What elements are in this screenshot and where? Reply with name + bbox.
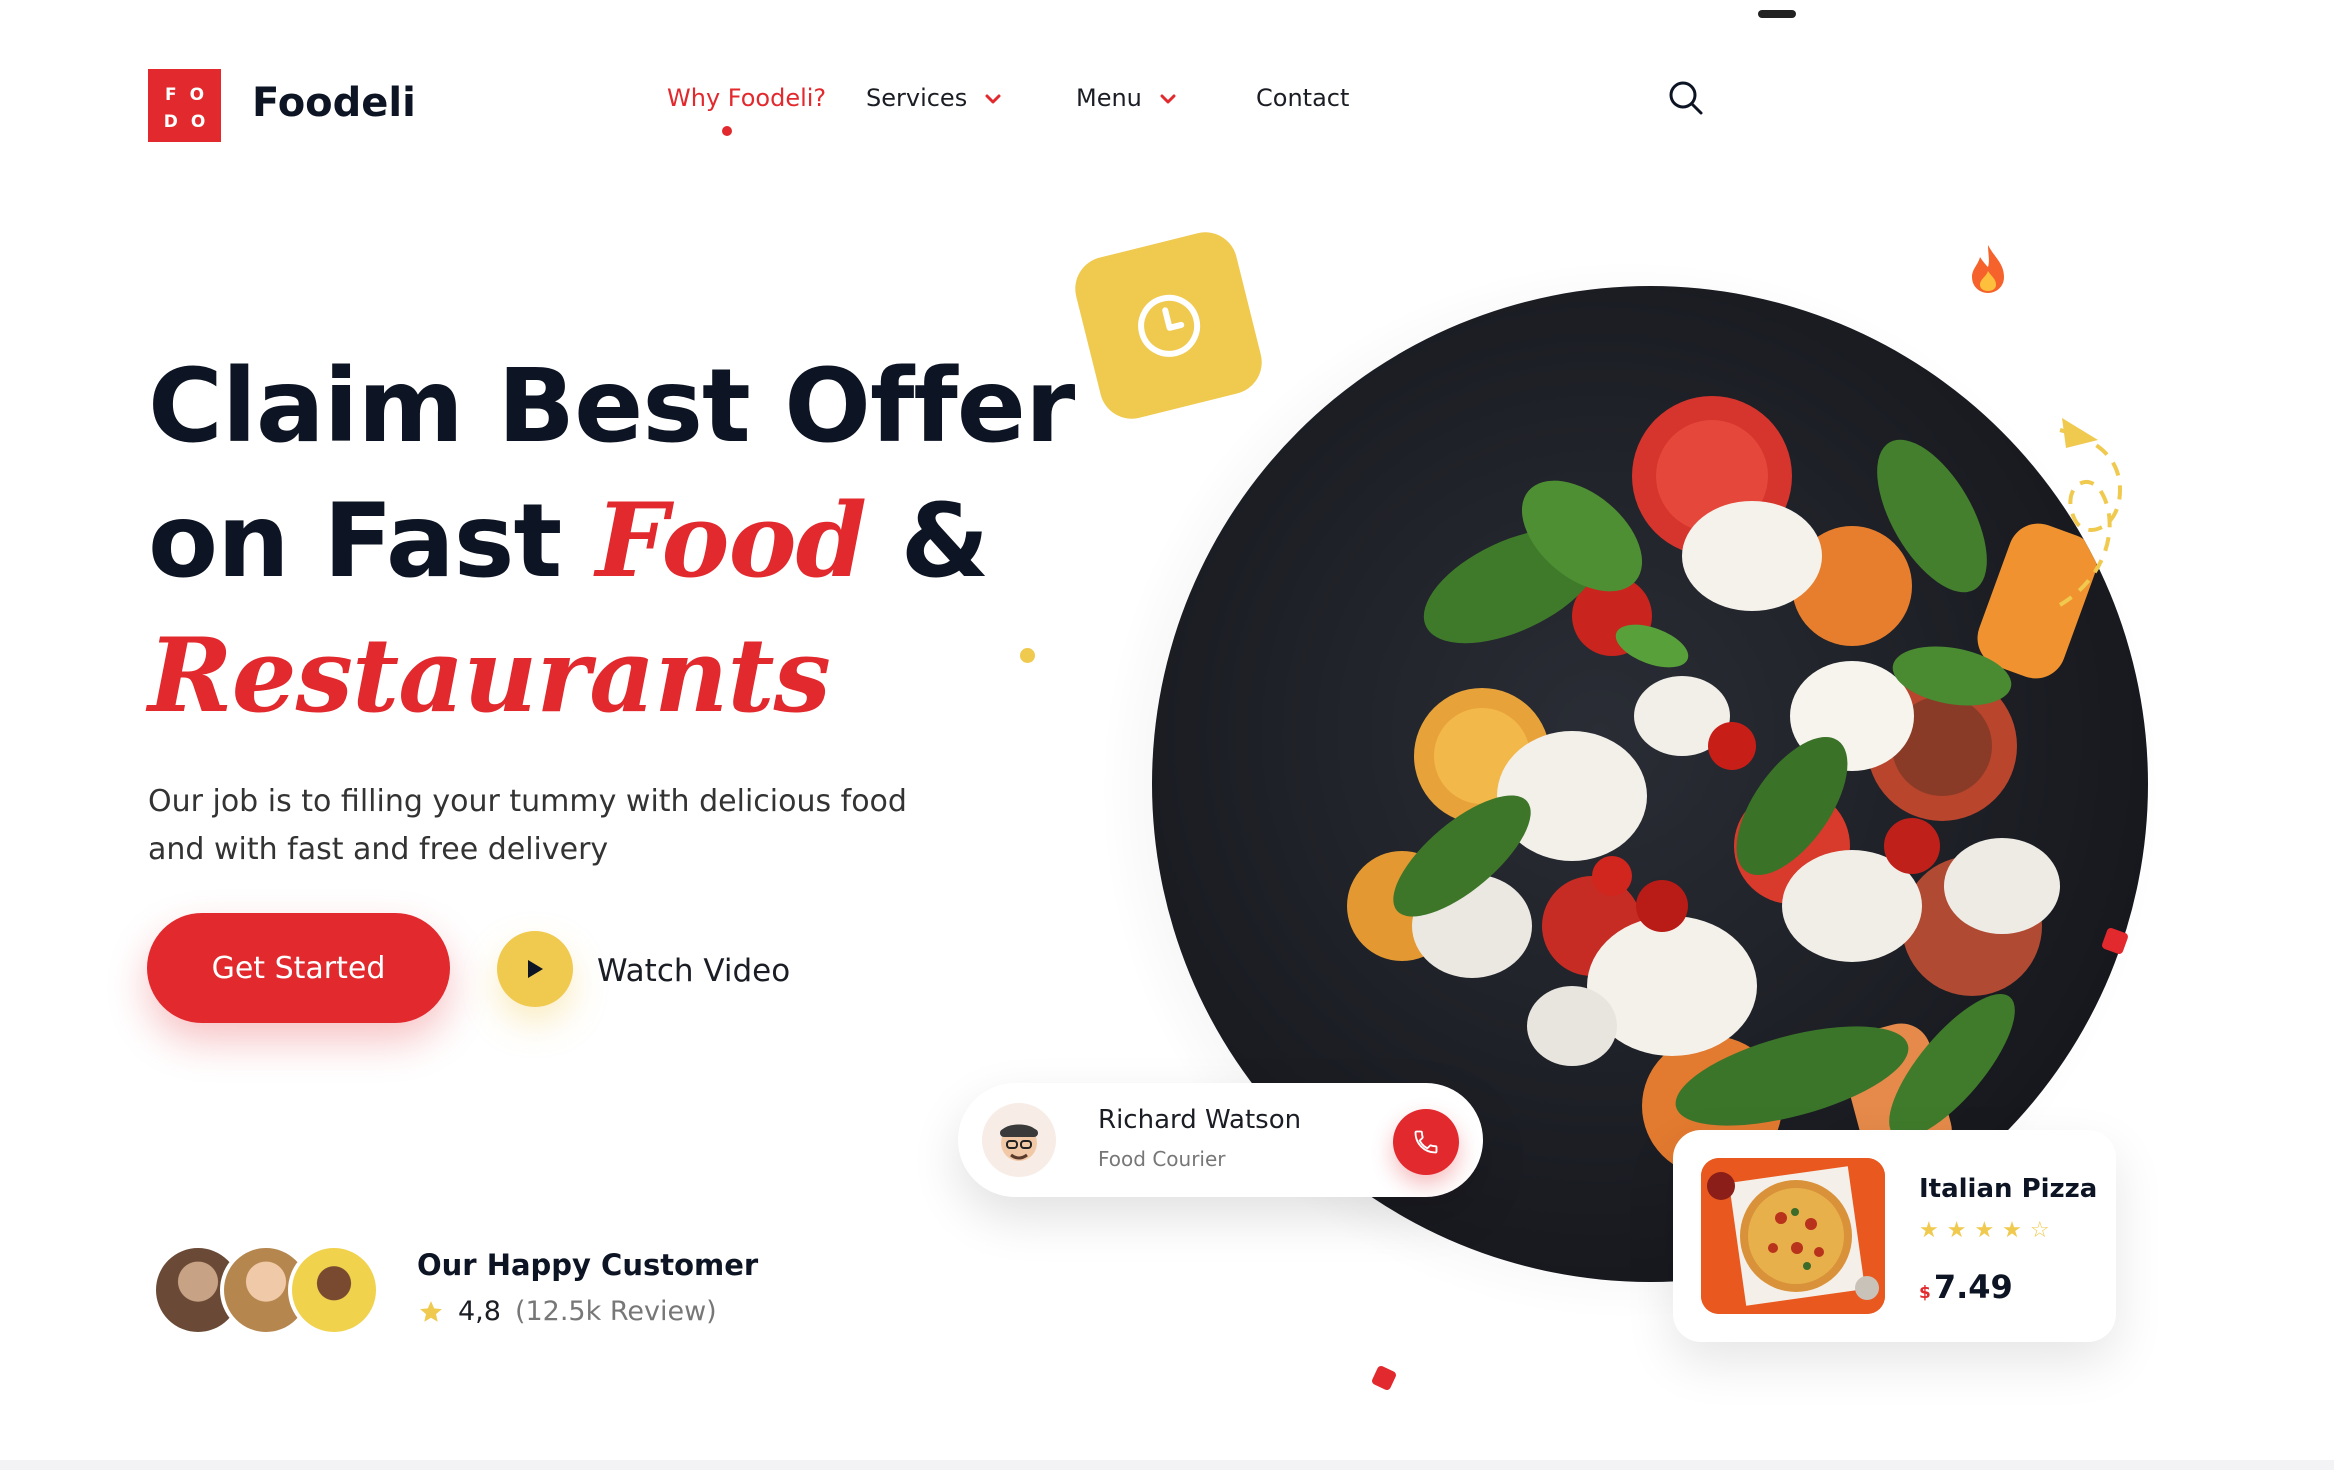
customer-avatar [288, 1244, 380, 1336]
courier-card[interactable]: Richard Watson Food Courier [958, 1083, 1483, 1197]
courier-name: Richard Watson [1098, 1105, 1302, 1135]
nav-menu-label: Menu [1076, 84, 1142, 112]
phone-icon [1414, 1130, 1438, 1154]
product-card[interactable]: Italian Pizza ★★★★☆ $7.49 [1673, 1130, 2116, 1342]
rating-value: 4,8 [458, 1296, 501, 1327]
play-video-button[interactable] [497, 931, 573, 1007]
pizza-illustration [1701, 1158, 1885, 1314]
hero-highlight-restaurants: Restaurants [148, 616, 831, 736]
call-button[interactable] [1393, 1109, 1459, 1175]
customer-avatars [152, 1244, 392, 1338]
product-name: Italian Pizza [1919, 1174, 2098, 1204]
hero-line-1: Claim Best Offer [148, 347, 1075, 466]
hero-line-2: on Fast Food & [148, 474, 1074, 609]
hero-description-line-1: Our job is to filling your tummy with de… [148, 784, 907, 819]
nav-services-label: Services [866, 84, 968, 112]
product-price: $7.49 [1919, 1268, 2013, 1306]
fire-icon [1972, 245, 2004, 293]
review-count: (12.5k Review) [514, 1296, 717, 1327]
hero-title: Claim Best Offer on Fast Food & Restaura… [148, 340, 1075, 743]
customer-rating: 4,8 (12.5k Review) [418, 1296, 717, 1327]
watch-video-link[interactable]: Watch Video [597, 953, 790, 989]
nav-why-foodeli-label: Why Foodeli? [667, 84, 827, 112]
courier-role: Food Courier [1098, 1147, 1226, 1171]
logo-mark[interactable]: FO DO [148, 69, 221, 142]
hero-highlight-food: Food [595, 481, 867, 601]
hero-description: Our job is to filling your tummy with de… [148, 778, 968, 874]
nav-why-foodeli[interactable]: Why Foodeli? [667, 84, 826, 112]
play-icon [528, 960, 543, 978]
dashed-arrow-decor [2058, 418, 2123, 607]
nav-menu[interactable]: Menu [1076, 84, 1176, 112]
clock-icon [1137, 294, 1200, 357]
currency-symbol: $ [1919, 1283, 1931, 1303]
decor-dash [1758, 10, 1796, 18]
brand-name[interactable]: Foodeli [252, 80, 416, 126]
courier-avatar-illustration [1000, 1124, 1038, 1161]
pizza-image [1701, 1158, 1885, 1314]
product-rating-stars: ★★★★☆ [1919, 1218, 2058, 1243]
logo-letters: FO DO [163, 85, 219, 132]
nav-services[interactable]: Services [866, 84, 1001, 112]
hero-line-2-suffix: & [865, 482, 989, 601]
price-value: 7.49 [1933, 1268, 2013, 1306]
search-icon[interactable] [1668, 80, 1704, 116]
nav-contact[interactable]: Contact [1256, 84, 1349, 112]
courier-avatar [982, 1103, 1056, 1177]
nav-contact-label: Contact [1256, 84, 1350, 112]
chevron-down-icon [985, 94, 1001, 104]
section-divider [0, 1460, 2334, 1470]
get-started-button[interactable]: Get Started [147, 913, 450, 1023]
happy-customer-title: Our Happy Customer [417, 1248, 759, 1282]
decor-square [1370, 1364, 1398, 1392]
star-icon [420, 1300, 442, 1322]
decor-dot [1020, 648, 1035, 663]
hero-description-line-2: and with fast and free delivery [148, 832, 609, 867]
chevron-down-icon [1160, 94, 1176, 104]
active-indicator-dot [722, 126, 732, 136]
hero-line-2-prefix: on Fast [148, 482, 596, 601]
